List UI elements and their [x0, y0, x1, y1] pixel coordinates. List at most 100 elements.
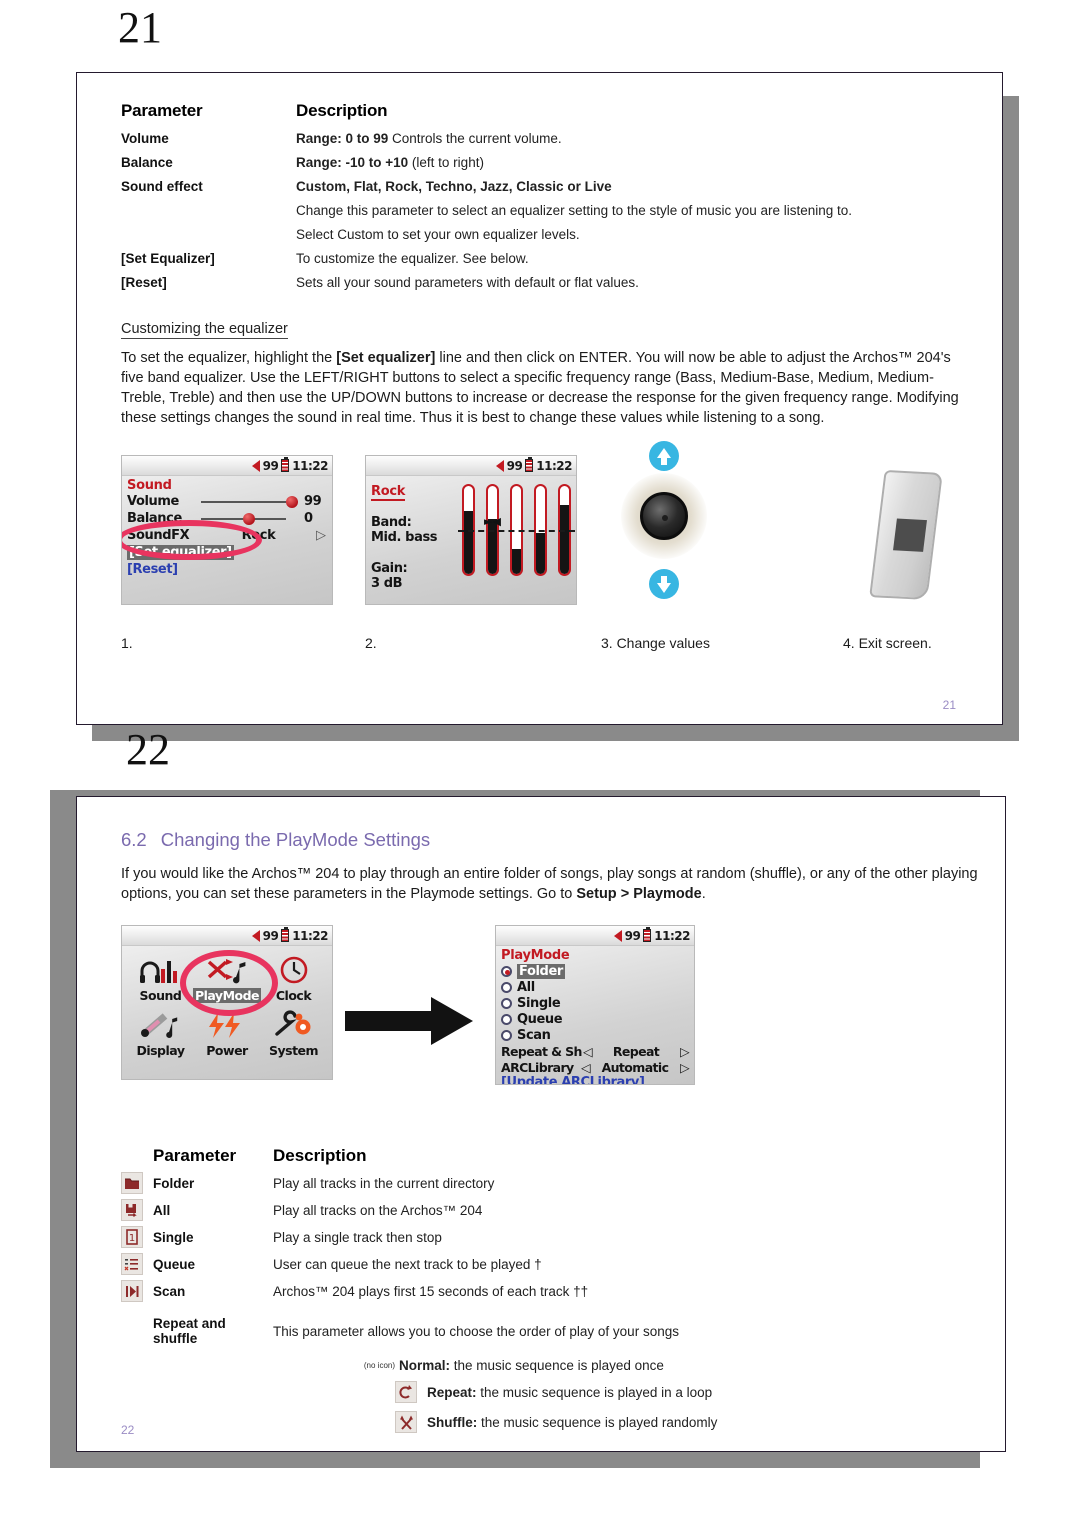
- left-arrow-icon[interactable]: ◁: [583, 1044, 593, 1059]
- shuffle-icon: [395, 1411, 417, 1433]
- paragraph-part-1: To set the equalizer, highlight the: [121, 350, 337, 366]
- table-row: Folder Play all tracks in the current di…: [121, 1172, 981, 1194]
- equalizer-headphones-svg: [140, 961, 178, 983]
- joystick-button[interactable]: [621, 473, 707, 559]
- playmode-option-all[interactable]: All: [501, 979, 694, 995]
- slider-knob[interactable]: [242, 512, 255, 525]
- mode-row-shuffle: Shuffle: the music sequence is played ra…: [395, 1411, 981, 1433]
- reset-row[interactable]: [Reset]: [127, 561, 332, 578]
- playmode-option-queue[interactable]: Queue: [501, 1011, 694, 1027]
- setting-repeat-shuffle[interactable]: Repeat & Sh ◁ Repeat ▷: [501, 1043, 694, 1059]
- equalizer-bars[interactable]: ►◀: [458, 484, 575, 576]
- volume-row[interactable]: Volume 99: [127, 493, 332, 510]
- right-arrow-icon[interactable]: ▷: [680, 1044, 694, 1059]
- setting-value: Repeat: [612, 1043, 660, 1059]
- param-name: Scan: [153, 1283, 186, 1299]
- slider-knob[interactable]: [286, 495, 299, 508]
- radio-button[interactable]: [501, 965, 512, 977]
- save-all-svg: [126, 1203, 137, 1217]
- table-row: Balance Range: -10 to +10 (left to right…: [121, 155, 969, 170]
- battery-icon: [525, 457, 534, 472]
- param-name: Queue: [153, 1256, 196, 1272]
- customizing-equalizer-subheading: Customizing the equalizer: [121, 321, 288, 339]
- desc-rest: (left to right): [408, 155, 484, 170]
- repeat-loop-svg: [399, 1385, 412, 1399]
- param-desc: Change this parameter to select an equal…: [296, 203, 853, 218]
- playmode-intro-paragraph: If you would like the Archos™ 204 to pla…: [121, 865, 1001, 905]
- update-arclibrary-link[interactable]: [Update ARCLibrary]: [501, 1075, 694, 1084]
- param-desc: Select Custom to set your own equalizer …: [296, 227, 580, 242]
- option-label: Folder: [517, 963, 565, 979]
- scan-svg: [126, 1285, 139, 1297]
- table-row: All Play all tracks on the Archos™ 204: [121, 1199, 981, 1221]
- volume-slider[interactable]: [201, 495, 300, 509]
- table-row: 1 Single Play a single track then stop: [121, 1226, 981, 1248]
- radio-button[interactable]: [501, 1029, 512, 1041]
- manual-page-spread: 21 Parameter Description Volume Range: 0…: [0, 0, 1080, 1528]
- setup-label: Power: [206, 1043, 248, 1058]
- table-header-row: Parameter Description: [121, 101, 969, 121]
- param-desc: To customize the equalizer. See below.: [296, 251, 529, 266]
- status-bar: 99 11:22: [122, 926, 332, 946]
- mode-row-repeat: Repeat: the music sequence is played in …: [395, 1381, 981, 1403]
- setup-label: System: [268, 1043, 319, 1058]
- slider-track: [201, 500, 286, 503]
- param-desc: Sets all your sound parameters with defa…: [296, 275, 639, 290]
- desc-bold: Custom, Flat, Rock, Techno, Jazz, Classi…: [296, 179, 612, 194]
- table-row: [Reset] Sets all your sound parameters w…: [121, 275, 969, 290]
- volume-value: 99: [304, 494, 322, 509]
- setting-label: ARCLibrary: [501, 1059, 574, 1075]
- queue-list-svg: [124, 1258, 138, 1270]
- clock-svg: [280, 956, 307, 984]
- intro-bold: Setup > Playmode: [576, 885, 702, 902]
- setting-arclibrary[interactable]: ARCLibrary ◁ Automatic ▷: [501, 1059, 694, 1075]
- right-arrow-icon[interactable]: ▷: [680, 1060, 694, 1075]
- setup-item-system[interactable]: System: [261, 1007, 326, 1058]
- chevron-right-icon[interactable]: ▷: [316, 528, 332, 543]
- volume-level: 99: [506, 458, 523, 473]
- screen-title: Sound: [127, 478, 172, 493]
- up-arrow-icon: [649, 441, 679, 471]
- highlight-circle-playmode: [180, 950, 278, 1016]
- setting-value: Automatic: [601, 1059, 669, 1075]
- desc-rest: Controls the current volume.: [388, 131, 562, 146]
- mode-rest: the music sequence is played in a loop: [476, 1384, 713, 1400]
- flow-arrow-icon: [345, 995, 475, 1052]
- radio-button[interactable]: [501, 981, 512, 993]
- param-name: All: [153, 1202, 171, 1218]
- wrench-gear-svg: [274, 1010, 311, 1036]
- step-label-2: 2.: [365, 635, 377, 651]
- header-icon-spacer: [121, 1145, 143, 1167]
- setup-item-display[interactable]: Display: [128, 1007, 193, 1058]
- radio-button[interactable]: [501, 1013, 512, 1025]
- joystick-ring[interactable]: [640, 492, 688, 540]
- playmode-parameter-table: Parameter Description Folder Play all tr…: [121, 1145, 981, 1441]
- section-number: 6.2: [121, 829, 147, 850]
- table-row: Sound effect Custom, Flat, Rock, Techno,…: [121, 179, 969, 194]
- radio-button[interactable]: [501, 997, 512, 1009]
- table-row: Volume Range: 0 to 99 Controls the curre…: [121, 131, 969, 146]
- volume-level: 99: [262, 458, 279, 473]
- exit-side-button[interactable]: [869, 469, 943, 601]
- device-screen-setup: 99 11:22 Sound PlayMode Clock Display Po…: [121, 925, 333, 1080]
- volume-level: 99: [624, 928, 641, 943]
- reset-item[interactable]: [Reset]: [127, 562, 178, 577]
- display-icon: [128, 1007, 193, 1043]
- save-all-icon: [121, 1199, 143, 1221]
- icon-spacer: [121, 1320, 143, 1342]
- playmode-option-scan[interactable]: Scan: [501, 1027, 694, 1043]
- playmode-option-single[interactable]: Single: [501, 995, 694, 1011]
- folder-svg: [125, 1178, 139, 1189]
- page-folio-22: 22: [121, 1423, 135, 1437]
- playmode-option-folder[interactable]: Folder: [501, 963, 694, 979]
- param-name: Balance: [121, 155, 173, 170]
- setup-label: Display: [136, 1043, 185, 1058]
- wrench-gear-icon: [261, 1007, 326, 1043]
- battery-icon: [281, 927, 290, 942]
- page-21-marker: 21: [118, 3, 162, 52]
- flow-arrow-svg: [345, 997, 473, 1045]
- param-name: Volume: [121, 131, 169, 146]
- param-name: [Set Equalizer]: [121, 251, 215, 266]
- header-description: Description: [296, 101, 388, 120]
- left-arrow-icon[interactable]: ◁: [581, 1060, 591, 1075]
